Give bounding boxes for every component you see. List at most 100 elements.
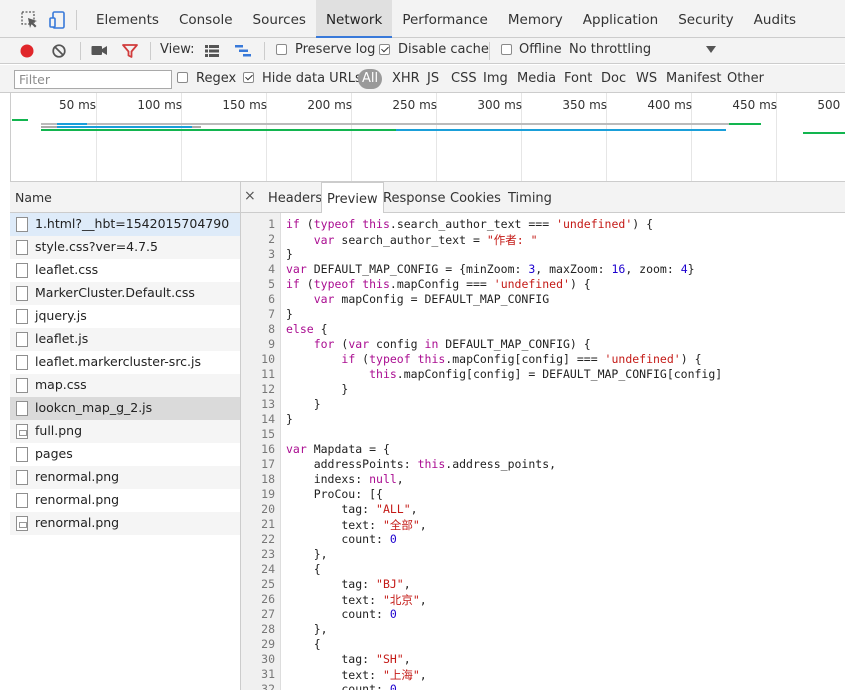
line-number: 18 — [261, 472, 275, 486]
close-detail-button[interactable]: × — [244, 188, 256, 204]
screenshot-camera-icon[interactable] — [91, 44, 108, 57]
toolbar-divider — [76, 10, 77, 30]
hide-data-urls-checkbox[interactable] — [243, 72, 254, 83]
code-token: 0 — [389, 607, 397, 621]
code-line: }, — [286, 547, 328, 561]
code-line: } — [286, 397, 321, 411]
code-token: count: — [286, 607, 390, 621]
regex-checkbox[interactable] — [177, 72, 188, 83]
preserve-log-checkbox[interactable] — [276, 44, 287, 55]
code-token: Mapdata = { — [306, 442, 390, 456]
type-filter-all[interactable]: All — [358, 69, 383, 89]
tab-sources[interactable]: Sources — [243, 0, 316, 38]
request-row[interactable]: map.css — [10, 374, 240, 397]
document-icon — [16, 470, 28, 485]
record-icon[interactable] — [19, 43, 35, 59]
type-filter-js[interactable]: JS — [427, 69, 439, 89]
code-line: } — [286, 382, 348, 396]
type-filter-xhr[interactable]: XHR — [392, 69, 420, 89]
disable-cache-label: Disable cache — [398, 42, 489, 57]
request-row[interactable]: MarkerCluster.Default.css — [10, 282, 240, 305]
document-icon — [16, 332, 28, 347]
request-row[interactable]: style.css?ver=4.7.5 — [10, 236, 240, 259]
request-row[interactable]: leaflet.js — [10, 328, 240, 351]
line-number: 17 — [261, 457, 275, 471]
request-name: leaflet.markercluster-src.js — [35, 354, 202, 369]
code-token: 0 — [389, 532, 397, 546]
device-toolbar-icon[interactable] — [48, 10, 68, 30]
code-token: this — [369, 367, 397, 381]
code-token: } — [286, 412, 293, 426]
line-number: 9 — [268, 337, 275, 351]
code-token: ( — [334, 337, 349, 351]
code-token: ) { — [680, 352, 702, 366]
type-filter-manifest[interactable]: Manifest — [666, 69, 721, 89]
detail-tab-preview[interactable]: Preview — [321, 182, 384, 214]
detail-tab-timing[interactable]: Timing — [503, 182, 557, 213]
request-row[interactable]: jquery.js — [10, 305, 240, 328]
inspect-element-icon[interactable] — [20, 10, 40, 30]
code-line: else { — [286, 322, 328, 336]
request-row[interactable]: renormal.png — [10, 466, 240, 489]
tab-performance[interactable]: Performance — [392, 0, 498, 38]
code-token: "作者: " — [486, 233, 538, 247]
code-token: ( — [299, 217, 314, 231]
throttling-select[interactable]: No throttling — [569, 42, 651, 57]
large-rows-icon[interactable] — [204, 44, 220, 58]
code-token: typeof — [313, 217, 356, 231]
document-icon — [16, 378, 28, 393]
name-column-header[interactable]: Name — [10, 182, 240, 213]
detail-tab-response[interactable]: Response — [378, 182, 450, 213]
type-filter-doc[interactable]: Doc — [601, 69, 626, 89]
tab-application[interactable]: Application — [573, 0, 668, 38]
code-line: for (var config in DEFAULT_MAP_CONFIG) { — [286, 337, 591, 351]
code-line: { — [286, 637, 321, 651]
type-filter-ws[interactable]: WS — [636, 69, 657, 89]
clear-icon[interactable] — [51, 43, 67, 59]
waterfall-bar — [57, 123, 87, 125]
request-row[interactable]: 1.html?__hbt=1542015704790 — [10, 213, 240, 236]
request-row[interactable]: pages — [10, 443, 240, 466]
request-row[interactable]: full.png — [10, 420, 240, 443]
request-row[interactable]: renormal.png — [10, 512, 240, 535]
network-toolbar: View: Preserve log Disable cache Offline… — [0, 38, 845, 64]
line-number: 25 — [261, 577, 275, 591]
request-row[interactable]: lookcn_map_g_2.js — [10, 397, 240, 420]
tab-security[interactable]: Security — [668, 0, 743, 38]
request-row[interactable]: renormal.png — [10, 489, 240, 512]
request-row[interactable]: leaflet.css — [10, 259, 240, 282]
code-token: 'undefined' — [604, 352, 681, 366]
chevron-down-icon[interactable] — [706, 46, 716, 54]
tab-audits[interactable]: Audits — [744, 0, 806, 38]
type-filter-css[interactable]: CSS — [451, 69, 477, 89]
line-number: 29 — [261, 637, 275, 651]
code-token: { — [286, 562, 321, 576]
detail-tab-headers[interactable]: Headers — [263, 182, 327, 213]
request-name: leaflet.js — [35, 331, 89, 346]
detail-tab-cookies[interactable]: Cookies — [445, 182, 506, 213]
type-filter-font[interactable]: Font — [564, 69, 592, 89]
code-token: } — [286, 397, 321, 411]
timeline-tick-label: 200 ms — [307, 98, 353, 112]
devtools-tabs: Elements Console Sources Network Performance… — [86, 0, 806, 38]
waterfall-view-icon[interactable] — [234, 44, 252, 58]
offline-checkbox[interactable] — [501, 44, 512, 55]
request-row[interactable]: leaflet.markercluster-src.js — [10, 351, 240, 374]
tab-memory[interactable]: Memory — [498, 0, 573, 38]
filter-icon[interactable] — [122, 43, 138, 59]
code-line: { — [286, 562, 321, 576]
tab-network[interactable]: Network — [315, 0, 393, 38]
timeline-overview[interactable]: 50 ms 100 ms 150 ms 200 ms 250 ms 300 ms 350 m… — [10, 93, 845, 182]
code-token: var — [313, 233, 335, 247]
document-icon — [16, 401, 28, 416]
type-filter-img[interactable]: Img — [483, 69, 508, 89]
tab-console[interactable]: Console — [169, 0, 243, 38]
disable-cache-checkbox[interactable] — [379, 44, 390, 55]
timeline-tick-label: 100 ms — [137, 98, 183, 112]
regex-label: Regex — [196, 71, 237, 86]
type-filter-media[interactable]: Media — [517, 69, 556, 89]
line-number: 23 — [261, 547, 275, 561]
tab-elements[interactable]: Elements — [86, 0, 169, 38]
type-filter-other[interactable]: Other — [727, 69, 764, 89]
filter-input[interactable] — [14, 70, 172, 89]
